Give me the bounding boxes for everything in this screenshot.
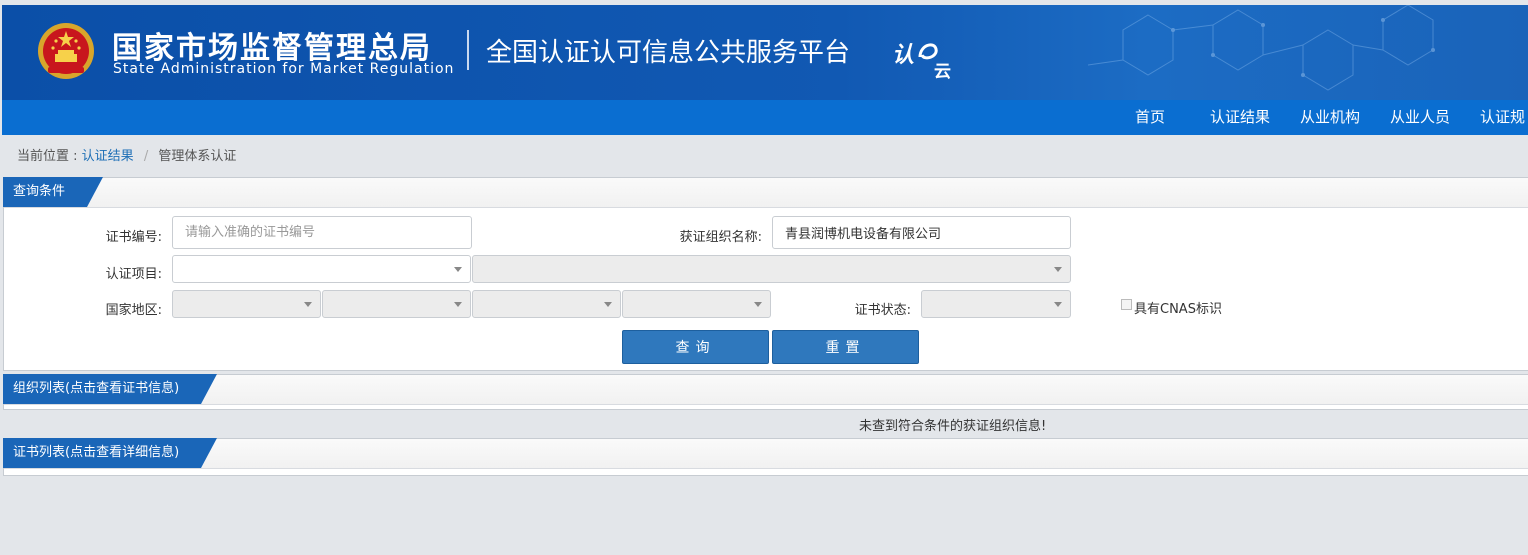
org-list-panel: 组织列表(点击查看证书信息) xyxy=(3,374,1528,410)
main-nav: 首页 认证结果 从业机构 从业人员 认证规 xyxy=(2,100,1528,135)
renyun-logo: 认 云 xyxy=(892,43,951,81)
chevron-down-icon xyxy=(454,302,462,307)
chevron-down-icon xyxy=(754,302,762,307)
header-divider xyxy=(467,30,469,70)
cert-no-label: 证书编号: xyxy=(105,230,162,245)
project-label: 认证项目: xyxy=(105,267,162,282)
project-sub-select[interactable] xyxy=(472,255,1071,283)
national-emblem-icon xyxy=(38,23,94,79)
nav-home[interactable]: 首页 xyxy=(1135,100,1165,135)
agency-name-en: State Administration for Market Regulati… xyxy=(113,61,455,77)
region-label: 国家地区: xyxy=(105,303,162,318)
org-list-header: 组织列表(点击查看证书信息) xyxy=(3,374,1528,405)
cnas-checkbox-label[interactable]: 具有CNAS标识 xyxy=(1134,298,1222,317)
org-list-empty-message: 未查到符合条件的获证组织信息! xyxy=(859,419,1047,434)
cert-list-title: 证书列表(点击查看详细信息) xyxy=(3,438,217,468)
region-select-district[interactable] xyxy=(622,290,771,318)
svg-text:云: 云 xyxy=(934,62,951,81)
chevron-down-icon xyxy=(1054,267,1062,272)
nav-personnel[interactable]: 从业人员 xyxy=(1390,100,1450,135)
breadcrumb-current: 管理体系认证 xyxy=(158,149,237,164)
chevron-down-icon xyxy=(604,302,612,307)
query-panel-title: 查询条件 xyxy=(3,177,103,207)
cert-list-header: 证书列表(点击查看详细信息) xyxy=(3,438,1528,469)
org-name-label: 获证组织名称: xyxy=(679,230,762,245)
chevron-down-icon xyxy=(454,267,462,272)
chevron-down-icon xyxy=(304,302,312,307)
nav-cert-results[interactable]: 认证结果 xyxy=(1210,100,1270,135)
region-select-province[interactable] xyxy=(322,290,471,318)
org-list-title: 组织列表(点击查看证书信息) xyxy=(3,374,217,404)
org-name-input[interactable] xyxy=(772,216,1071,249)
reset-button[interactable]: 重置 xyxy=(772,330,919,364)
status-label: 证书状态: xyxy=(854,303,911,318)
search-button[interactable]: 查询 xyxy=(622,330,769,364)
svg-text:认: 认 xyxy=(892,43,914,68)
hexagon-network-decoration xyxy=(1088,5,1435,91)
region-select-country[interactable] xyxy=(172,290,321,318)
query-panel-header: 查询条件 xyxy=(3,177,1528,208)
nav-cert-rules[interactable]: 认证规 xyxy=(1480,100,1525,135)
chevron-down-icon xyxy=(1054,302,1062,307)
cert-no-input[interactable] xyxy=(172,216,472,249)
cert-status-select[interactable] xyxy=(921,290,1071,318)
site-header: 国家市场监督管理总局 State Administration for Mark… xyxy=(2,5,1528,100)
cnas-checkbox[interactable] xyxy=(1121,299,1132,310)
breadcrumb-link-cert-results[interactable]: 认证结果 xyxy=(82,149,134,164)
breadcrumb: 当前位置 : 认证结果 / 管理体系认证 xyxy=(17,145,236,164)
platform-title: 全国认证认可信息公共服务平台 xyxy=(486,38,851,68)
breadcrumb-prefix: 当前位置 : xyxy=(17,149,78,164)
nav-institutions[interactable]: 从业机构 xyxy=(1300,100,1360,135)
cert-list-panel: 证书列表(点击查看详细信息) xyxy=(3,438,1528,476)
project-select[interactable] xyxy=(172,255,471,283)
region-select-city[interactable] xyxy=(472,290,621,318)
breadcrumb-separator: / xyxy=(143,149,149,164)
